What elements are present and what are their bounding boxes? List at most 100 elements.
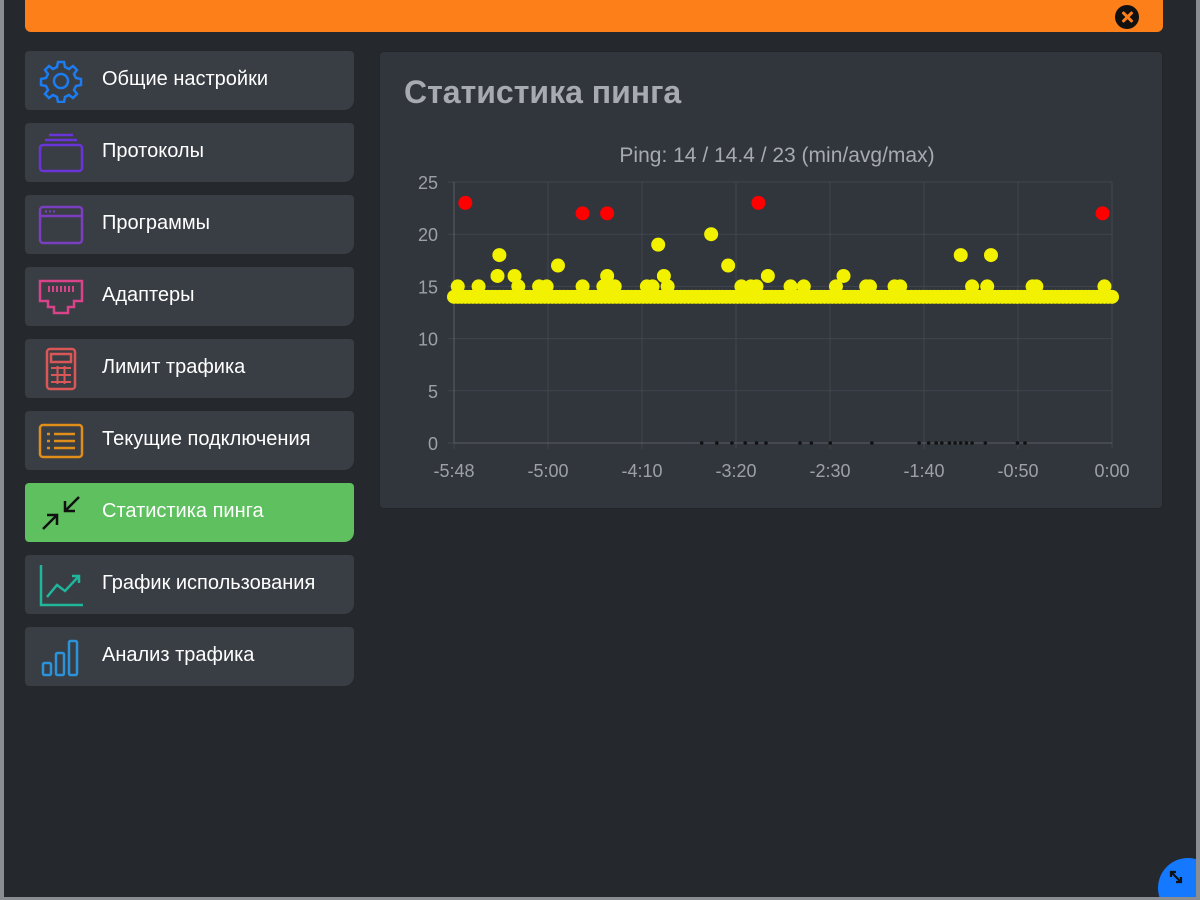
x-tick-label: -3:20	[715, 461, 756, 481]
sidebar: Общие настройки Протоколы Программы Адап…	[25, 51, 354, 699]
chart-title: Ping: 14 / 14.4 / 23 (min/avg/max)	[619, 144, 934, 167]
ping-point	[651, 237, 666, 252]
ping-point	[953, 248, 968, 263]
sidebar-item-adapters[interactable]: Адаптеры	[25, 267, 354, 326]
ping-point-lost	[809, 441, 814, 445]
y-tick-label: 0	[428, 434, 438, 454]
ping-point	[539, 279, 554, 294]
ping-point	[1029, 279, 1044, 294]
ping-point	[660, 279, 675, 294]
x-tick-label: 0:00	[1094, 461, 1129, 481]
ping-point-lost	[870, 441, 874, 445]
ping-point	[550, 258, 565, 273]
ping-point	[607, 279, 622, 294]
top-bar	[25, 0, 1163, 32]
ping-point	[645, 279, 660, 294]
close-button[interactable]	[1115, 5, 1139, 29]
ping-point	[471, 279, 486, 294]
x-tick-label: -2:30	[809, 461, 850, 481]
x-tick-label: -4:10	[621, 461, 662, 481]
ping-point	[450, 279, 465, 294]
ping-point-high	[1095, 206, 1110, 221]
sidebar-item-traffic-limit[interactable]: Лимит трафика	[25, 339, 354, 398]
ping-point-lost	[983, 441, 988, 445]
ping-point	[980, 279, 995, 294]
ping-point-lost	[743, 441, 747, 445]
ping-point-lost	[730, 441, 734, 445]
calculator-icon	[45, 347, 77, 391]
ethernet-port-icon	[38, 279, 84, 315]
ping-point-lost	[970, 441, 974, 445]
y-tick-label: 5	[428, 382, 438, 402]
ping-point	[796, 279, 811, 294]
ping-point	[783, 279, 798, 294]
line-chart-icon	[39, 565, 83, 607]
ping-point-lost	[1015, 441, 1020, 445]
ping-point-lost	[940, 441, 944, 445]
sidebar-item-label: Текущие подключения	[102, 428, 311, 450]
sidebar-item-ping-statistics[interactable]: Статистика пинга	[25, 483, 354, 542]
ping-point-lost	[947, 441, 952, 445]
bar-chart-icon	[41, 639, 79, 677]
stack-icon	[38, 133, 84, 173]
x-tick-label: -5:00	[527, 461, 568, 481]
ping-point	[965, 279, 980, 294]
ping-point	[492, 248, 507, 263]
chart-grid	[448, 181, 1113, 449]
sidebar-item-protocols[interactable]: Протоколы	[25, 123, 354, 182]
ping-chart: Ping: 14 / 14.4 / 23 (min/avg/max) 0 5 10 1…	[418, 144, 1130, 481]
window-border	[1196, 0, 1200, 900]
ping-point-lost	[699, 441, 704, 445]
sidebar-item-programs[interactable]: Программы	[25, 195, 354, 254]
ping-point	[893, 279, 908, 294]
ping-point-high	[751, 195, 766, 210]
ping-point-lost	[1023, 441, 1027, 445]
ping-point-lost	[754, 441, 759, 445]
sidebar-item-label: Статистика пинга	[102, 500, 264, 522]
x-tick-label: -5:48	[433, 461, 474, 481]
ping-point	[760, 268, 775, 283]
app-window: Общие настройки Протоколы Программы Адап…	[0, 0, 1200, 900]
ping-point-lost	[798, 441, 802, 445]
ping-point-lost	[953, 441, 957, 445]
ping-point	[983, 248, 998, 263]
x-tick-label: -0:50	[997, 461, 1038, 481]
x-axis-ticks: -5:48 -5:00 -4:10 -3:20 -2:30 -1:40 -0:50 0:00	[433, 461, 1129, 481]
sidebar-item-current-connections[interactable]: Текущие подключения	[25, 411, 354, 470]
sidebar-item-label: Общие настройки	[102, 68, 268, 90]
sidebar-item-usage-graph[interactable]: График использования	[25, 555, 354, 614]
compress-arrows-icon	[42, 496, 80, 530]
window-icon	[38, 205, 84, 245]
sidebar-item-label: Лимит трафика	[102, 356, 246, 378]
sidebar-item-general-settings[interactable]: Общие настройки	[25, 51, 354, 110]
sidebar-item-label: Адаптеры	[102, 284, 195, 306]
ping-statistics-panel: Статистика пинга Ping: 14 / 14.4 / 23 (m…	[379, 51, 1163, 509]
ping-point-lost	[934, 441, 938, 445]
ping-point-lost	[926, 441, 931, 445]
ping-point-lost	[917, 441, 921, 445]
window-border	[0, 0, 4, 900]
sidebar-item-traffic-analysis[interactable]: Анализ трафика	[25, 627, 354, 686]
ping-point-high	[458, 195, 473, 210]
gear-icon	[39, 60, 83, 103]
ping-point-lost	[958, 441, 963, 445]
y-tick-label: 25	[418, 173, 438, 193]
expand-arrows-icon	[1169, 870, 1183, 884]
sidebar-item-label: График использования	[102, 572, 316, 594]
ping-point-lost	[828, 441, 833, 445]
ping-point-lost	[764, 441, 768, 445]
ping-point	[721, 258, 736, 273]
y-tick-label: 15	[418, 277, 438, 297]
list-icon	[38, 423, 84, 459]
y-tick-label: 10	[418, 330, 438, 350]
x-tick-label: -1:40	[903, 461, 944, 481]
sidebar-item-label: Анализ трафика	[102, 644, 255, 666]
ping-point	[862, 279, 877, 294]
resize-button[interactable]	[1158, 858, 1200, 900]
sidebar-item-label: Протоколы	[102, 140, 204, 162]
ping-point	[704, 227, 719, 242]
y-tick-label: 20	[418, 225, 438, 245]
sidebar-item-label: Программы	[102, 212, 211, 234]
ping-point	[511, 279, 526, 294]
ping-point	[749, 279, 764, 294]
